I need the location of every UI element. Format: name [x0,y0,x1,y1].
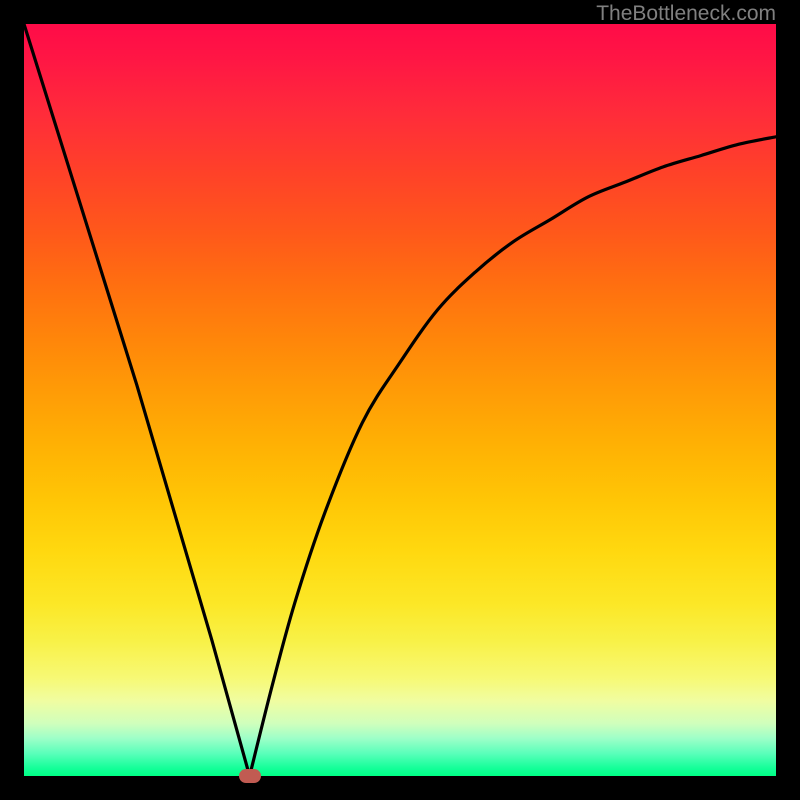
bottleneck-curve [24,24,776,776]
curve-svg [24,24,776,776]
chart-container: TheBottleneck.com [0,0,800,800]
minimum-marker [239,769,261,783]
plot-area [24,24,776,776]
watermark-text: TheBottleneck.com [596,2,776,26]
